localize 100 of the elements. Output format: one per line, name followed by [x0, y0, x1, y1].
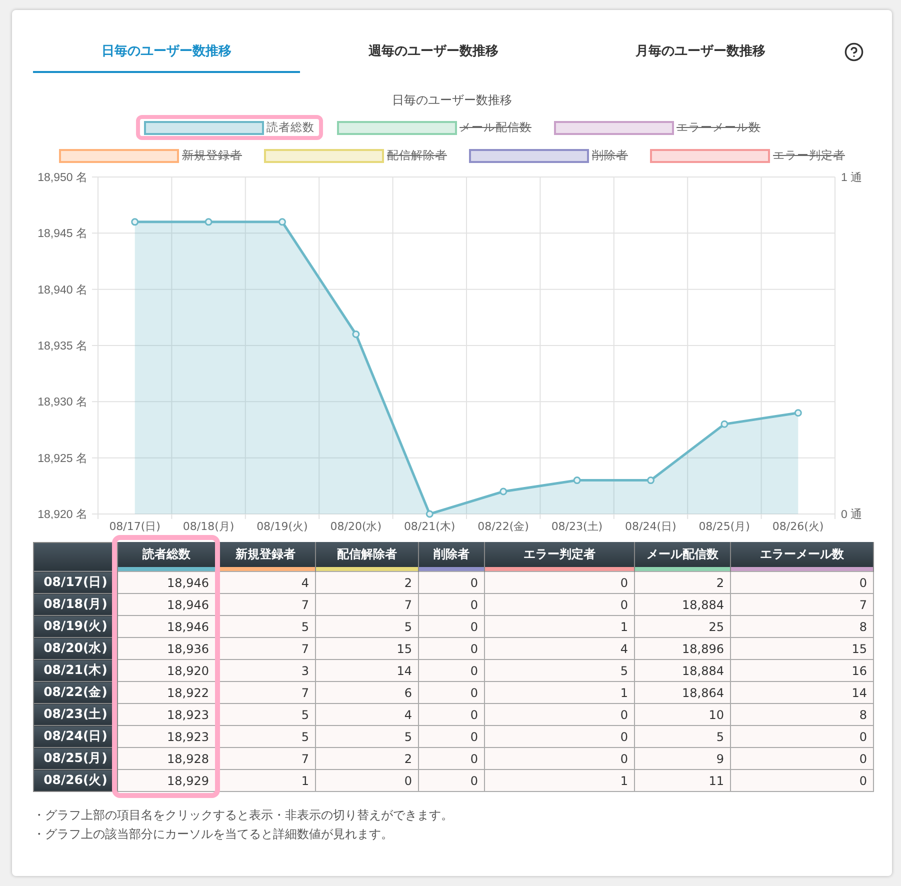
- table-cell: 11: [634, 770, 730, 792]
- table-cell: 0: [418, 748, 484, 770]
- legend-item[interactable]: エラー判定者: [642, 143, 853, 168]
- legend-item[interactable]: メール配信数: [328, 115, 540, 140]
- table-cell: 25: [634, 616, 730, 638]
- table-cell: 5: [316, 616, 418, 638]
- date-cell: 08/18(月): [34, 594, 118, 616]
- table-cell: 4: [316, 704, 418, 726]
- table-cell: 0: [418, 682, 484, 704]
- table-cell: 14: [316, 660, 418, 682]
- table-cell: 10: [634, 704, 730, 726]
- note-text: ・グラフ上部の項目名をクリックすると表示・非表示の切り替えができます。: [33, 807, 454, 824]
- legend-item[interactable]: エラーメール数: [546, 115, 768, 140]
- data-point[interactable]: [131, 218, 139, 226]
- date-cell: 08/25(月): [34, 748, 118, 770]
- table-cell: 0: [730, 748, 874, 770]
- legend-item[interactable]: 読者総数: [136, 115, 322, 140]
- x-tick-label: 08/19(火): [256, 518, 308, 534]
- help-icon[interactable]: [844, 42, 864, 62]
- table-cell: 5: [484, 660, 634, 682]
- x-tick-label: 08/20(水): [330, 518, 382, 534]
- y-tick-label: 18,950 名: [38, 172, 88, 184]
- table-cell: 7: [316, 594, 418, 616]
- data-point[interactable]: [794, 408, 802, 416]
- date-cell: 08/23(土): [34, 704, 118, 726]
- table-cell: 0: [418, 594, 484, 616]
- table-cell: 1: [484, 616, 634, 638]
- table-cell: 2: [634, 572, 730, 594]
- chart-title: 日毎のユーザー数推移: [392, 92, 512, 109]
- y2-tick-label: 0 通: [841, 508, 863, 518]
- table-cell: 0: [484, 704, 634, 726]
- tab[interactable]: 月毎のユーザー数推移: [567, 32, 834, 73]
- legend-item[interactable]: 配信解除者: [256, 143, 455, 168]
- table-cell: 0: [730, 770, 874, 792]
- table-cell: 14: [730, 682, 874, 704]
- table-cell: 0: [484, 572, 634, 594]
- table-cell: 5: [634, 726, 730, 748]
- table-cell: 2: [316, 748, 418, 770]
- header-cell: エラーメール数: [731, 542, 873, 567]
- legend-item[interactable]: 新規登録者: [51, 143, 250, 168]
- x-tick-label: 08/17(日): [109, 518, 160, 534]
- table-cell: 0: [418, 572, 484, 594]
- y-tick-label: 18,945 名: [38, 228, 88, 240]
- note-text: ・グラフ上の該当部分にカーソルを当てると詳細数値が見れます。: [33, 826, 394, 843]
- header-cell: 読者総数: [118, 542, 215, 567]
- data-point[interactable]: [647, 476, 654, 484]
- table-cell: 18,936: [118, 638, 216, 660]
- data-point[interactable]: [500, 487, 508, 495]
- date-cell: 08/21(木): [34, 660, 118, 682]
- table-cell: 18,896: [634, 638, 730, 660]
- date-cell: 08/17(日): [34, 572, 118, 594]
- table-cell: 8: [730, 616, 874, 638]
- table-cell: 18,946: [118, 572, 216, 594]
- table-cell: 7: [730, 594, 874, 616]
- x-tick-label: 08/21(木): [404, 518, 456, 534]
- y-tick-label: 18,930 名: [38, 396, 88, 408]
- tab[interactable]: 週毎のユーザー数推移: [300, 32, 567, 73]
- table-cell: 8: [730, 704, 874, 726]
- data-point[interactable]: [720, 420, 728, 428]
- data-point[interactable]: [573, 476, 581, 484]
- table-cell: 0: [418, 770, 484, 792]
- table-cell: 15: [730, 638, 874, 660]
- table-cell: 18,920: [118, 660, 216, 682]
- data-point[interactable]: [204, 218, 212, 226]
- x-tick-label: 08/24(日): [625, 518, 676, 534]
- header-cell: エラー判定者: [485, 542, 634, 567]
- table-cell: 18,928: [118, 748, 216, 770]
- x-tick-label: 08/18(月): [182, 518, 234, 534]
- table-cell: 6: [316, 682, 418, 704]
- date-cell: 08/26(火): [34, 770, 118, 792]
- table-cell: 0: [418, 660, 484, 682]
- table-cell: 18,946: [118, 594, 216, 616]
- table-cell: 18,946: [118, 616, 216, 638]
- header-cell: 削除者: [419, 542, 484, 567]
- table-cell: 18,884: [634, 660, 730, 682]
- table-cell: 18,864: [634, 682, 730, 704]
- tab[interactable]: 日毎のユーザー数推移: [33, 32, 300, 73]
- y-tick-label: 18,935 名: [38, 340, 88, 352]
- table-cell: 18,929: [118, 770, 216, 792]
- legend-item[interactable]: 削除者: [461, 143, 636, 168]
- x-tick-label: 08/26(火): [772, 518, 824, 534]
- header-cell: メール配信数: [635, 542, 730, 567]
- table-cell: 0: [484, 726, 634, 748]
- table-cell: 16: [730, 660, 874, 682]
- table-cell: 1: [484, 682, 634, 704]
- table-cell: 18,884: [634, 594, 730, 616]
- table-cell: 5: [316, 726, 418, 748]
- y-tick-label: 18,925 名: [38, 452, 88, 464]
- data-point[interactable]: [352, 330, 360, 338]
- table-cell: 9: [634, 748, 730, 770]
- table-cell: 0: [418, 726, 484, 748]
- table-cell: 15: [316, 638, 418, 660]
- table-cell: 0: [730, 572, 874, 594]
- data-point[interactable]: [426, 510, 434, 518]
- table-cell: 4: [484, 638, 634, 660]
- data-point[interactable]: [278, 218, 286, 226]
- date-cell: 08/22(金): [34, 682, 118, 704]
- x-tick-label: 08/25(月): [698, 518, 750, 534]
- date-cell: 08/24(日): [34, 726, 118, 748]
- table-cell: 18,923: [118, 726, 216, 748]
